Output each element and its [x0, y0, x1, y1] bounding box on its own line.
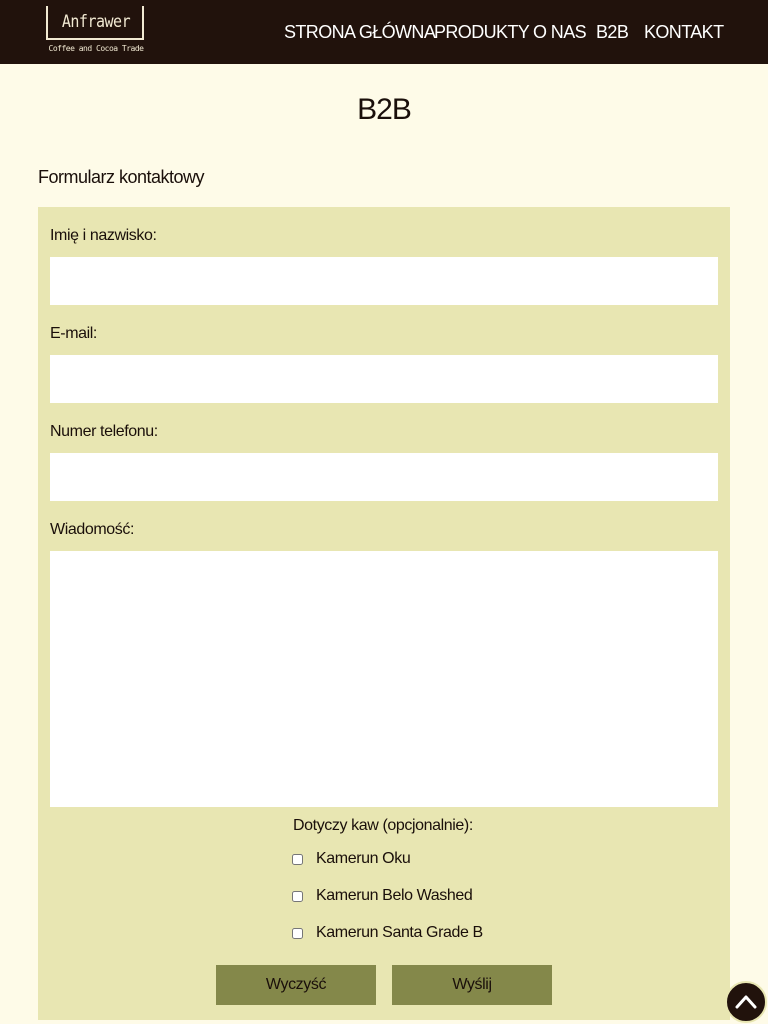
send-button[interactable]: Wyślij [392, 965, 552, 1005]
phone-label: Numer telefonu: [50, 423, 158, 440]
coffees-label: Dotyczy kaw (opcjonalnie): [293, 817, 473, 834]
email-input[interactable] [50, 355, 718, 403]
phone-input[interactable] [50, 453, 718, 501]
contact-form: Imię i nazwisko: E-mail: Numer telefonu:… [38, 207, 730, 1020]
name-input[interactable] [50, 257, 718, 305]
coffee-checkbox-oku[interactable] [292, 853, 303, 865]
email-label: E-mail: [50, 325, 97, 342]
coffee-checkbox-santa-grade-b[interactable] [292, 927, 303, 939]
coffee-option-label: Kamerun Belo Washed [316, 887, 473, 904]
logo[interactable]: Anfrawer Coffee and Cocoa Trade [46, 6, 146, 58]
message-textarea[interactable] [50, 551, 718, 807]
top-navigation-bar: Anfrawer Coffee and Cocoa Trade STRONA G… [0, 0, 768, 64]
logo-tagline: Coffee and Cocoa Trade [48, 44, 144, 53]
logo-name: Anfrawer [61, 10, 131, 32]
scroll-to-top-button[interactable] [725, 981, 767, 1023]
coffee-option-oku[interactable]: Kamerun Oku [292, 848, 411, 870]
chevron-up-icon [735, 995, 757, 1009]
nav-about[interactable]: O NAS [533, 18, 587, 46]
nav-b2b[interactable]: B2B [596, 18, 629, 46]
nav-home[interactable]: STRONA GŁÓWNA [284, 18, 436, 46]
coffee-option-belo-washed[interactable]: Kamerun Belo Washed [292, 885, 473, 907]
page-title: B2B [357, 93, 412, 126]
coffee-option-santa-grade-b[interactable]: Kamerun Santa Grade B [292, 922, 483, 944]
message-label: Wiadomość: [50, 521, 135, 538]
coffee-option-label: Kamerun Oku [316, 850, 411, 867]
coffee-checkbox-belo-washed[interactable] [292, 890, 303, 902]
nav-products[interactable]: PRODUKTY [434, 18, 530, 46]
name-label: Imię i nazwisko: [50, 227, 157, 244]
nav-contact[interactable]: KONTAKT [644, 18, 724, 46]
section-title: Formularz kontaktowy [38, 167, 205, 187]
coffee-option-label: Kamerun Santa Grade B [316, 924, 483, 941]
clear-button[interactable]: Wyczyść [216, 965, 376, 1005]
